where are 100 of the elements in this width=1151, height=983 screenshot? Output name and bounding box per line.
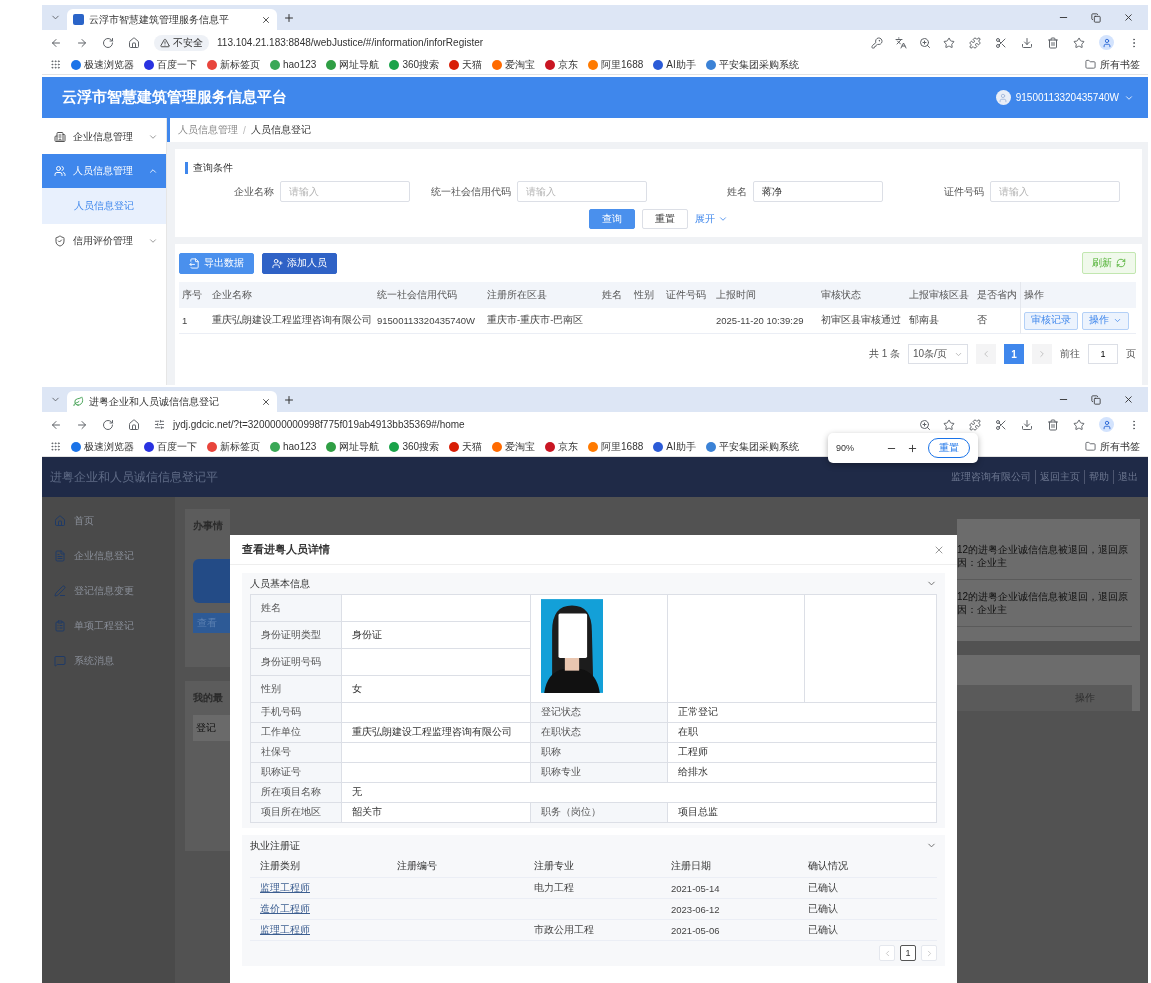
certificate-link[interactable]: 监理工程师 <box>260 923 310 937</box>
bookmark[interactable]: 平安集团采购系统 <box>705 439 799 454</box>
bookmark[interactable]: 百度一下 <box>144 57 197 72</box>
section-title: 查询条件 <box>185 162 233 174</box>
restore-icon[interactable] <box>1091 12 1101 23</box>
extensions-icon[interactable] <box>969 418 981 431</box>
bookmark[interactable]: 天猫 <box>449 439 483 454</box>
page-input[interactable]: 1 <box>1088 344 1118 364</box>
close-icon[interactable] <box>1123 394 1134 405</box>
close-icon[interactable] <box>261 14 271 25</box>
zoom-icon[interactable] <box>919 418 931 431</box>
menu-label: 人员信息管理 <box>73 164 134 178</box>
text-field[interactable]: 蒋净 <box>753 181 884 202</box>
star-icon[interactable] <box>1073 418 1085 431</box>
star-icon[interactable] <box>1073 36 1085 49</box>
field-label: 职称 <box>531 743 667 762</box>
forward-icon[interactable] <box>76 418 88 431</box>
reset-zoom-button[interactable]: 重置 <box>928 438 970 458</box>
field-value: 正常登记 <box>668 703 936 722</box>
reload-icon[interactable] <box>102 418 114 431</box>
zoom-in-icon[interactable] <box>907 442 918 454</box>
expand-link[interactable]: 展开 <box>695 212 728 226</box>
menu-item[interactable]: 人员信息管理 <box>42 154 166 188</box>
field-label: 社保号 <box>251 743 341 762</box>
new-tab-icon[interactable] <box>283 393 295 406</box>
download-icon[interactable] <box>1021 36 1033 49</box>
back-icon[interactable] <box>50 418 62 431</box>
breadcrumb-item[interactable]: 人员信息管理 <box>178 123 238 137</box>
bookmark[interactable]: hao123 <box>270 441 317 452</box>
text-field[interactable]: 请输入 <box>990 181 1120 202</box>
trash-icon[interactable] <box>1047 36 1059 49</box>
column-header: 操作 <box>1020 282 1136 308</box>
security-chip[interactable]: 不安全 <box>154 34 209 51</box>
column-header: 审核状态 <box>818 282 906 308</box>
new-tab-icon[interactable] <box>283 11 295 24</box>
bookmark[interactable]: 网址导航 <box>326 57 380 72</box>
site-info-icon[interactable] <box>154 419 165 430</box>
page-button[interactable]: 1 <box>900 945 916 961</box>
bookmark[interactable]: 平安集团采购系统 <box>705 57 799 72</box>
download-icon[interactable] <box>1021 418 1033 431</box>
close-icon[interactable] <box>261 396 271 407</box>
scissors-icon[interactable] <box>995 36 1007 49</box>
apps-icon[interactable] <box>50 59 61 70</box>
profile-icon[interactable] <box>1099 35 1114 50</box>
page-button[interactable]: 1 <box>1004 344 1024 364</box>
breadcrumb-item[interactable]: 人员信息登记 <box>250 123 311 137</box>
all-bookmarks[interactable]: 所有书签 <box>1085 57 1140 72</box>
building-icon <box>54 131 66 143</box>
field-value: 在职 <box>668 723 936 742</box>
bookmark[interactable]: 新标签页 <box>207 439 260 454</box>
bookmark[interactable]: 极速浏览器 <box>71 57 134 72</box>
all-bookmarks[interactable]: 所有书签 <box>1085 439 1140 454</box>
page-size-select[interactable]: 10条/页 <box>908 344 968 364</box>
url-text[interactable]: 113.104.21.183:8848/webJustice/#/information/inforRegister <box>217 37 484 48</box>
bookmark[interactable]: 360搜索 <box>389 57 440 72</box>
bookmark[interactable]: 网址导航 <box>326 439 380 454</box>
bookmark[interactable]: 爱淘宝 <box>492 439 536 454</box>
star-icon[interactable] <box>943 418 955 431</box>
text-field[interactable]: 请输入 <box>279 181 410 202</box>
bookmark[interactable]: 阿里1688 <box>588 57 644 72</box>
apps-icon[interactable] <box>50 441 61 452</box>
bookmark[interactable]: AI助手 <box>653 439 696 454</box>
bookmark[interactable]: 百度一下 <box>144 439 197 454</box>
certificate-link[interactable]: 监理工程师 <box>260 881 310 895</box>
close-icon[interactable] <box>1123 12 1134 23</box>
caret-icon <box>1113 316 1122 325</box>
add-person-button[interactable]: 添加人员 <box>262 252 337 274</box>
scissors-icon[interactable] <box>995 418 1007 431</box>
bookmark[interactable]: 京东 <box>545 439 579 454</box>
home-icon[interactable] <box>128 36 140 49</box>
bookmark[interactable]: 阿里1688 <box>588 439 644 454</box>
url-text[interactable]: jydj.gdcic.net/?t=3200000000998f775f019ab4913bb35369#/home <box>173 419 465 430</box>
bookmark[interactable]: 360搜索 <box>389 439 440 454</box>
text-field[interactable]: 请输入 <box>516 181 647 202</box>
browser-tab[interactable]: 云浮市智慧建筑管理服务信息平 <box>67 9 277 30</box>
star-icon[interactable] <box>943 36 955 49</box>
bookmark[interactable]: AI助手 <box>653 57 696 72</box>
reload-icon[interactable] <box>102 36 114 49</box>
home-icon[interactable] <box>128 418 140 431</box>
field-label: 职称证号 <box>251 763 341 782</box>
back-icon[interactable] <box>50 36 62 49</box>
translate-icon[interactable] <box>895 36 907 49</box>
key-icon[interactable] <box>871 36 883 49</box>
forward-icon[interactable] <box>76 36 88 49</box>
bookmark[interactable]: 极速浏览器 <box>71 439 134 454</box>
trash-icon[interactable] <box>1047 418 1059 431</box>
bookmark[interactable]: 天猫 <box>449 57 483 72</box>
bookmark[interactable]: hao123 <box>270 59 317 70</box>
profile-icon[interactable] <box>1099 417 1114 432</box>
field-value: 工程师 <box>668 743 936 762</box>
bookmark[interactable]: 新标签页 <box>207 57 260 72</box>
reset-button[interactable]: 重置 <box>642 209 688 229</box>
zoom-icon[interactable] <box>919 36 931 49</box>
certificate-link[interactable]: 造价工程师 <box>260 902 310 916</box>
browser-tab[interactable]: 进粤企业和人员诚信信息登记 <box>67 391 277 412</box>
bookmark[interactable]: 京东 <box>545 57 579 72</box>
bookmark[interactable]: 爱淘宝 <box>492 57 536 72</box>
extensions-icon[interactable] <box>969 36 981 49</box>
restore-icon[interactable] <box>1091 394 1101 405</box>
user-name[interactable]: 91500113320435740W <box>1015 92 1119 103</box>
